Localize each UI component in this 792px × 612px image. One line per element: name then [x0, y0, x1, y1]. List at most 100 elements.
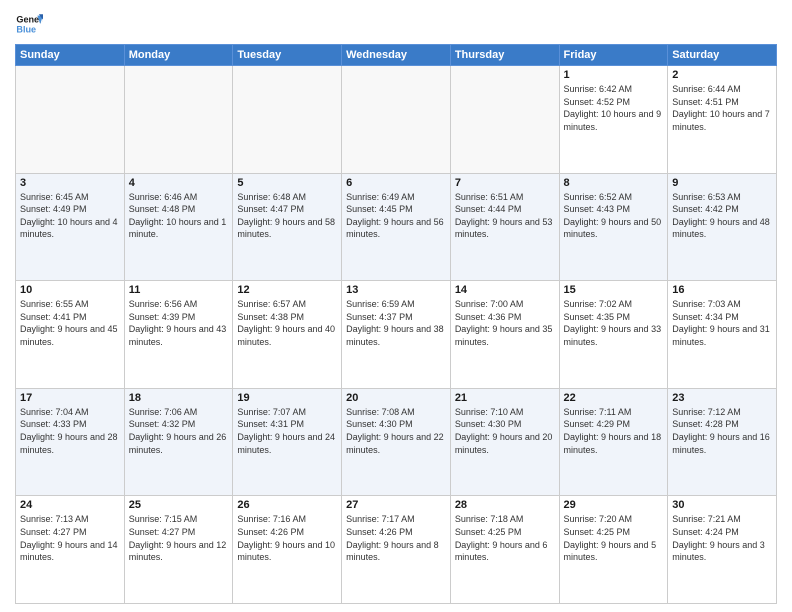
- calendar-cell: [233, 66, 342, 174]
- day-header-monday: Monday: [124, 45, 233, 66]
- calendar-cell: 21 Sunrise: 7:10 AMSunset: 4:30 PMDayligh…: [450, 388, 559, 496]
- day-number: 14: [455, 284, 555, 296]
- week-row-3: 10 Sunrise: 6:55 AMSunset: 4:41 PMDayligh…: [16, 281, 777, 389]
- day-info: Sunrise: 7:06 AMSunset: 4:32 PMDaylight:…: [129, 406, 229, 456]
- day-info: Sunrise: 7:07 AMSunset: 4:31 PMDaylight:…: [237, 406, 337, 456]
- day-number: 28: [455, 499, 555, 511]
- day-number: 3: [20, 177, 120, 189]
- day-info: Sunrise: 6:53 AMSunset: 4:42 PMDaylight:…: [672, 191, 772, 241]
- calendar-cell: 17Sunrise: 7:04 AMSunset: 4:33 PMDayligh…: [16, 388, 125, 496]
- calendar-cell: 14 Sunrise: 7:00 AMSunset: 4:36 PMDayligh…: [450, 281, 559, 389]
- day-number: 2: [672, 69, 772, 81]
- day-info: Sunrise: 7:08 AMSunset: 4:30 PMDaylight:…: [346, 406, 446, 456]
- day-number: 18: [129, 392, 229, 404]
- day-number: 12: [237, 284, 337, 296]
- calendar-cell: 7 Sunrise: 6:51 AMSunset: 4:44 PMDaylight…: [450, 173, 559, 281]
- day-number: 24: [20, 499, 120, 511]
- day-info: Sunrise: 6:52 AMSunset: 4:43 PMDaylight:…: [564, 191, 664, 241]
- day-number: 13: [346, 284, 446, 296]
- day-number: 16: [672, 284, 772, 296]
- calendar-cell: 25 Sunrise: 7:15 AMSunset: 4:27 PMDayligh…: [124, 496, 233, 604]
- day-number: 23: [672, 392, 772, 404]
- day-info: Sunrise: 7:15 AMSunset: 4:27 PMDaylight:…: [129, 513, 229, 563]
- week-row-5: 24 Sunrise: 7:13 AMSunset: 4:27 PMDayligh…: [16, 496, 777, 604]
- calendar-cell: 29 Sunrise: 7:20 AMSunset: 4:25 PMDayligh…: [559, 496, 668, 604]
- day-number: 1: [564, 69, 664, 81]
- day-info: Sunrise: 7:18 AMSunset: 4:25 PMDaylight:…: [455, 513, 555, 563]
- calendar-cell: 10 Sunrise: 6:55 AMSunset: 4:41 PMDayligh…: [16, 281, 125, 389]
- day-info: Sunrise: 6:49 AMSunset: 4:45 PMDaylight:…: [346, 191, 446, 241]
- day-info: Sunrise: 7:21 AMSunset: 4:24 PMDaylight:…: [672, 513, 772, 563]
- day-info: Sunrise: 7:10 AMSunset: 4:30 PMDaylight:…: [455, 406, 555, 456]
- logo: General Blue: [15, 10, 43, 38]
- calendar-cell: 19 Sunrise: 7:07 AMSunset: 4:31 PMDayligh…: [233, 388, 342, 496]
- day-number: 15: [564, 284, 664, 296]
- day-info: Sunrise: 7:16 AMSunset: 4:26 PMDaylight:…: [237, 513, 337, 563]
- day-info: Sunrise: 7:02 AMSunset: 4:35 PMDaylight:…: [564, 298, 664, 348]
- calendar-cell: 24 Sunrise: 7:13 AMSunset: 4:27 PMDayligh…: [16, 496, 125, 604]
- day-number: 30: [672, 499, 772, 511]
- calendar-cell: [16, 66, 125, 174]
- day-number: 25: [129, 499, 229, 511]
- day-number: 27: [346, 499, 446, 511]
- day-number: 21: [455, 392, 555, 404]
- day-header-sunday: Sunday: [16, 45, 125, 66]
- calendar-cell: 11 Sunrise: 6:56 AMSunset: 4:39 PMDayligh…: [124, 281, 233, 389]
- week-row-2: 3 Sunrise: 6:45 AMSunset: 4:49 PMDaylight…: [16, 173, 777, 281]
- day-info: Sunrise: 6:55 AMSunset: 4:41 PMDaylight:…: [20, 298, 120, 348]
- calendar-cell: 28 Sunrise: 7:18 AMSunset: 4:25 PMDayligh…: [450, 496, 559, 604]
- day-number: 6: [346, 177, 446, 189]
- day-number: 22: [564, 392, 664, 404]
- calendar-cell: [124, 66, 233, 174]
- calendar-cell: 22 Sunrise: 7:11 AMSunset: 4:29 PMDayligh…: [559, 388, 668, 496]
- calendar-cell: 13Sunrise: 6:59 AMSunset: 4:37 PMDayligh…: [342, 281, 451, 389]
- day-number: 9: [672, 177, 772, 189]
- calendar-cell: 30 Sunrise: 7:21 AMSunset: 4:24 PMDayligh…: [668, 496, 777, 604]
- day-info: Sunrise: 6:48 AMSunset: 4:47 PMDaylight:…: [237, 191, 337, 241]
- calendar-table: SundayMondayTuesdayWednesdayThursdayFrid…: [15, 44, 777, 604]
- day-header-saturday: Saturday: [668, 45, 777, 66]
- day-number: 7: [455, 177, 555, 189]
- day-info: Sunrise: 7:12 AMSunset: 4:28 PMDaylight:…: [672, 406, 772, 456]
- day-info: Sunrise: 7:13 AMSunset: 4:27 PMDaylight:…: [20, 513, 120, 563]
- day-info: Sunrise: 7:20 AMSunset: 4:25 PMDaylight:…: [564, 513, 664, 563]
- calendar-cell: 16 Sunrise: 7:03 AMSunset: 4:34 PMDayligh…: [668, 281, 777, 389]
- day-number: 8: [564, 177, 664, 189]
- day-number: 4: [129, 177, 229, 189]
- day-header-wednesday: Wednesday: [342, 45, 451, 66]
- day-number: 19: [237, 392, 337, 404]
- svg-text:Blue: Blue: [16, 24, 36, 34]
- day-info: Sunrise: 6:44 AMSunset: 4:51 PMDaylight:…: [672, 83, 772, 133]
- calendar-cell: 4 Sunrise: 6:46 AMSunset: 4:48 PMDaylight…: [124, 173, 233, 281]
- day-info: Sunrise: 6:42 AMSunset: 4:52 PMDaylight:…: [564, 83, 664, 133]
- day-info: Sunrise: 6:57 AMSunset: 4:38 PMDaylight:…: [237, 298, 337, 348]
- day-number: 5: [237, 177, 337, 189]
- day-info: Sunrise: 7:00 AMSunset: 4:36 PMDaylight:…: [455, 298, 555, 348]
- calendar-cell: 1 Sunrise: 6:42 AMSunset: 4:52 PMDaylight…: [559, 66, 668, 174]
- day-info: Sunrise: 6:51 AMSunset: 4:44 PMDaylight:…: [455, 191, 555, 241]
- day-info: Sunrise: 6:46 AMSunset: 4:48 PMDaylight:…: [129, 191, 229, 241]
- day-info: Sunrise: 6:56 AMSunset: 4:39 PMDaylight:…: [129, 298, 229, 348]
- page-header: General Blue: [15, 10, 777, 38]
- calendar-cell: 2 Sunrise: 6:44 AMSunset: 4:51 PMDaylight…: [668, 66, 777, 174]
- day-info: Sunrise: 7:03 AMSunset: 4:34 PMDaylight:…: [672, 298, 772, 348]
- day-number: 26: [237, 499, 337, 511]
- day-header-friday: Friday: [559, 45, 668, 66]
- day-info: Sunrise: 7:11 AMSunset: 4:29 PMDaylight:…: [564, 406, 664, 456]
- calendar-cell: [450, 66, 559, 174]
- calendar-cell: 18 Sunrise: 7:06 AMSunset: 4:32 PMDayligh…: [124, 388, 233, 496]
- day-number: 10: [20, 284, 120, 296]
- day-info: Sunrise: 6:45 AMSunset: 4:49 PMDaylight:…: [20, 191, 120, 241]
- header-row: SundayMondayTuesdayWednesdayThursdayFrid…: [16, 45, 777, 66]
- day-number: 11: [129, 284, 229, 296]
- day-number: 29: [564, 499, 664, 511]
- calendar-cell: [342, 66, 451, 174]
- week-row-1: 1 Sunrise: 6:42 AMSunset: 4:52 PMDaylight…: [16, 66, 777, 174]
- calendar-cell: 5 Sunrise: 6:48 AMSunset: 4:47 PMDaylight…: [233, 173, 342, 281]
- calendar-cell: 20 Sunrise: 7:08 AMSunset: 4:30 PMDayligh…: [342, 388, 451, 496]
- calendar-cell: 27Sunrise: 7:17 AMSunset: 4:26 PMDayligh…: [342, 496, 451, 604]
- day-header-thursday: Thursday: [450, 45, 559, 66]
- calendar-cell: 26 Sunrise: 7:16 AMSunset: 4:26 PMDayligh…: [233, 496, 342, 604]
- calendar-cell: 6 Sunrise: 6:49 AMSunset: 4:45 PMDaylight…: [342, 173, 451, 281]
- day-number: 20: [346, 392, 446, 404]
